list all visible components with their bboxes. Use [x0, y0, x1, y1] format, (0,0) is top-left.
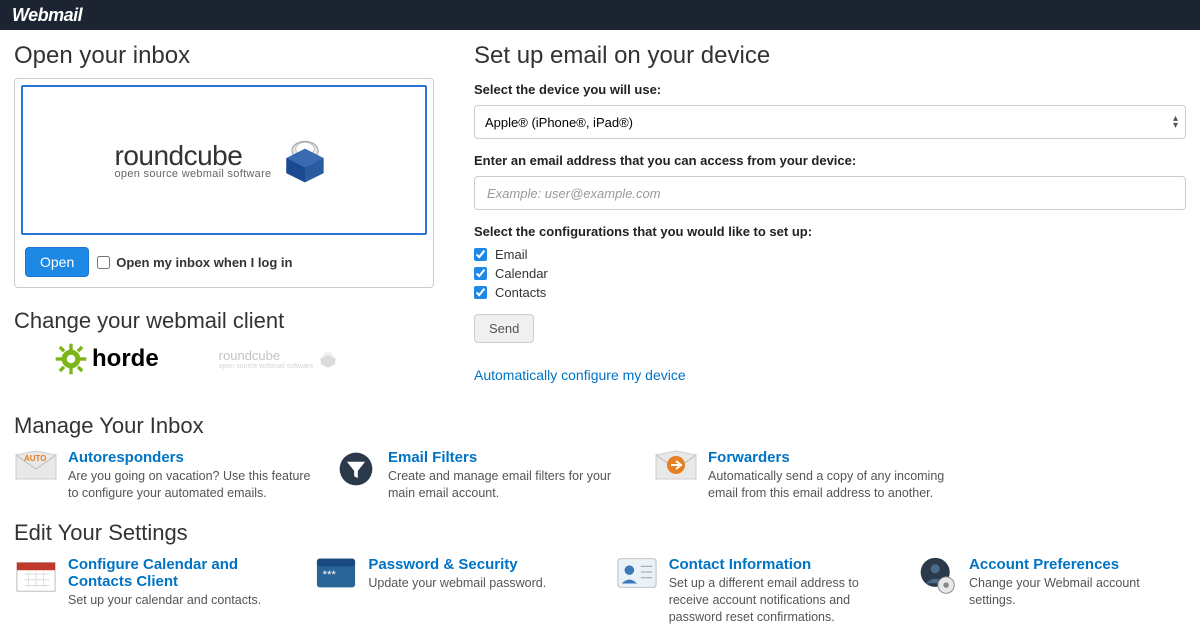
forwarders-desc: Automatically send a copy of any incomin… — [708, 468, 954, 502]
open-on-login-checkbox[interactable] — [97, 256, 110, 269]
open-inbox-title: Open your inbox — [14, 42, 434, 70]
password-link[interactable]: Password & Security — [368, 556, 546, 573]
setup-title: Set up email on your device — [474, 42, 1186, 70]
calendar-icon — [14, 556, 58, 594]
send-button[interactable]: Send — [474, 314, 534, 343]
calendar-desc: Set up your calendar and contacts. — [68, 592, 294, 609]
email-filters-desc: Create and manage email filters for your… — [388, 468, 634, 502]
top-bar: Webmail — [0, 0, 1200, 30]
open-on-login-label: Open my inbox when I log in — [116, 255, 292, 270]
horde-label: horde — [92, 345, 159, 373]
autoresponders-link[interactable]: Autoresponders — [68, 449, 314, 466]
calendar-link[interactable]: Configure Calendar and Contacts Client — [68, 556, 294, 590]
email-filters-icon — [334, 449, 378, 487]
roundcube-icon — [277, 132, 333, 188]
email-input[interactable] — [474, 176, 1186, 210]
forwarders-icon — [654, 449, 698, 487]
svg-text:***: *** — [323, 569, 337, 581]
contact-info-link[interactable]: Contact Information — [669, 556, 895, 573]
roundcube-small-icon — [317, 348, 339, 370]
cfg-email-checkbox[interactable] — [474, 248, 487, 261]
email-label: Enter an email address that you can acce… — [474, 153, 1186, 168]
client-tile-roundcube[interactable]: roundcube open source webmail software — [21, 85, 427, 235]
svg-text:AUTO: AUTO — [24, 454, 47, 463]
forwarders-link[interactable]: Forwarders — [708, 449, 954, 466]
account-pref-link[interactable]: Account Preferences — [969, 556, 1186, 573]
edit-settings-title: Edit Your Settings — [14, 520, 1186, 546]
cfg-email-row[interactable]: Email — [474, 247, 1186, 262]
contact-info-desc: Set up a different email address to rece… — [669, 575, 895, 626]
rc-small-tag: open source webmail software — [219, 363, 314, 370]
cfg-calendar-checkbox[interactable] — [474, 267, 487, 280]
open-button[interactable]: Open — [25, 247, 89, 277]
brand-logo: Webmail — [12, 5, 82, 26]
client-horde[interactable]: horde — [54, 342, 159, 376]
device-label: Select the device you will use: — [474, 82, 1186, 97]
open-on-login-row[interactable]: Open my inbox when I log in — [97, 255, 292, 270]
contact-info-icon — [615, 556, 659, 594]
client-box: roundcube open source webmail software O… — [14, 78, 434, 288]
account-pref-desc: Change your Webmail account settings. — [969, 575, 1186, 609]
password-icon: *** — [314, 556, 358, 594]
device-select[interactable]: Apple® (iPhone®, iPad®) — [474, 105, 1186, 139]
auto-configure-link[interactable]: Automatically configure my device — [474, 367, 686, 383]
cfg-contacts-row[interactable]: Contacts — [474, 285, 1186, 300]
client-roundcube-small[interactable]: roundcube open source webmail software — [219, 348, 340, 370]
manage-inbox-title: Manage Your Inbox — [14, 413, 1186, 439]
change-client-title: Change your webmail client — [14, 308, 434, 334]
horde-gear-icon — [54, 342, 88, 376]
cfg-contacts-checkbox[interactable] — [474, 286, 487, 299]
config-label: Select the configurations that you would… — [474, 224, 1186, 239]
cfg-calendar-row[interactable]: Calendar — [474, 266, 1186, 281]
autoresponders-icon: AUTO — [14, 449, 58, 487]
password-desc: Update your webmail password. — [368, 575, 546, 592]
autoresponders-desc: Are you going on vacation? Use this feat… — [68, 468, 314, 502]
account-pref-icon — [915, 556, 959, 594]
email-filters-link[interactable]: Email Filters — [388, 449, 634, 466]
client-tagline: open source webmail software — [115, 168, 272, 180]
rc-small-name: roundcube — [219, 348, 314, 363]
